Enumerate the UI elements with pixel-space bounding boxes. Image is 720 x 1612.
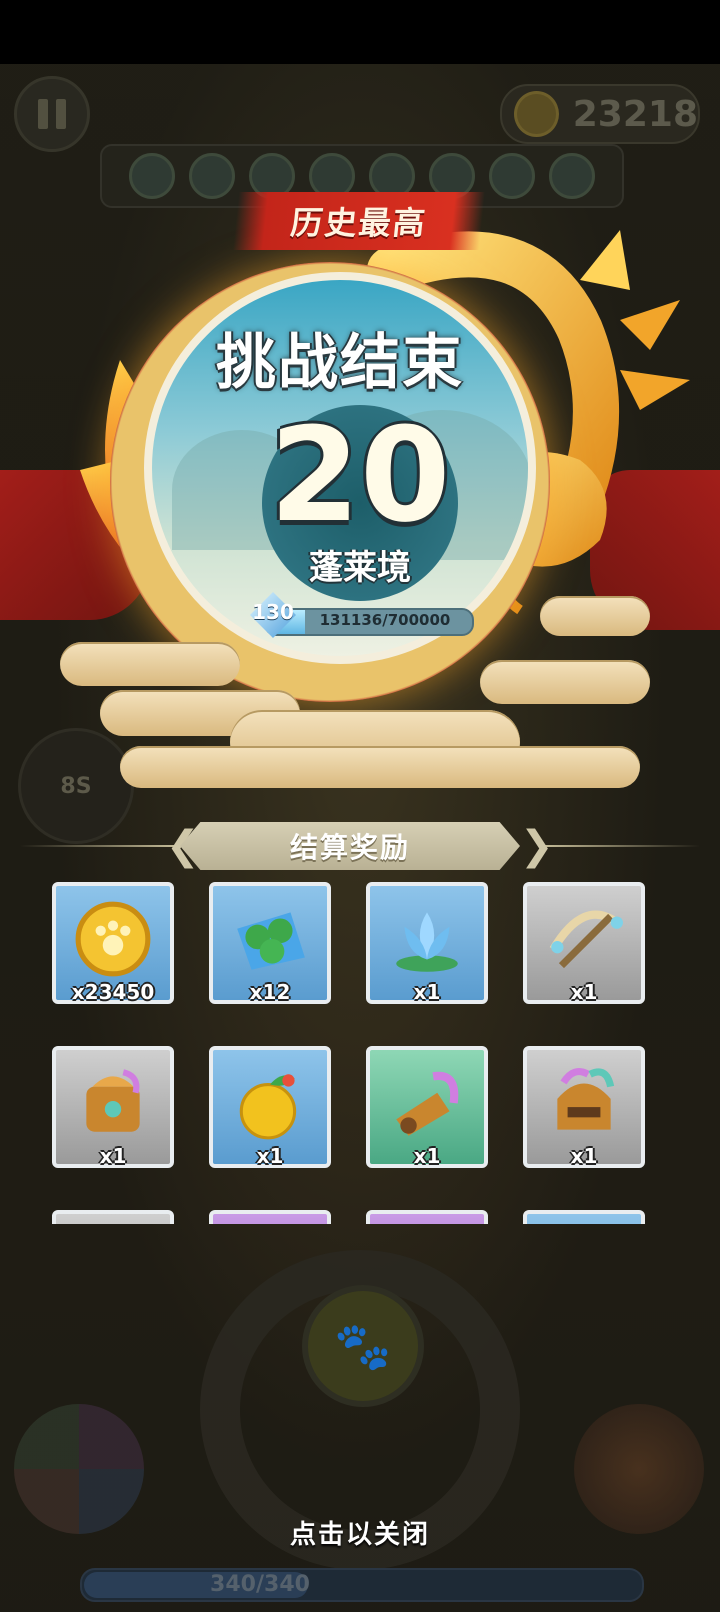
- xp-text: 131136/700000: [319, 611, 451, 629]
- coin-icon: [514, 91, 559, 137]
- green-pills-icon: [237, 912, 305, 970]
- qilin-armor-icon: [86, 1069, 140, 1132]
- reward-item[interactable]: [366, 1210, 488, 1224]
- reward-quantity: x1: [570, 1144, 598, 1168]
- coin-count: 23218: [572, 93, 698, 135]
- side-timer: 8S: [18, 728, 134, 844]
- qilin-bracer-icon: [396, 1071, 459, 1136]
- crossbow-icon: [549, 910, 623, 969]
- realm-name: 蓬莱境: [309, 548, 411, 588]
- level-number: 130: [252, 600, 294, 624]
- pause-button[interactable]: [14, 76, 90, 152]
- result-score: 20: [269, 399, 451, 551]
- chevron-right-icon: ❯: [520, 823, 554, 869]
- cloud-decor: [60, 642, 240, 686]
- reward-quantity: x23450: [71, 980, 155, 1004]
- blue-lotus-icon: [396, 912, 458, 972]
- cloud-decor: [480, 660, 650, 704]
- reward-item[interactable]: x1: [366, 882, 488, 1004]
- rewards-header: 结算奖励: [180, 822, 520, 870]
- orb-slot: [189, 153, 235, 199]
- reward-quantity: x1: [99, 1144, 127, 1168]
- reward-item[interactable]: [523, 1210, 645, 1224]
- coin-counter: 23218: [500, 84, 700, 144]
- hp-text: 340/340: [210, 1572, 310, 1597]
- paw-fire-button[interactable]: 🐾: [302, 1285, 424, 1407]
- reward-item[interactable]: x1: [523, 1046, 645, 1168]
- golden-fruit-icon: [239, 1074, 297, 1140]
- reward-item[interactable]: [209, 1210, 331, 1224]
- cloud-decor: [120, 746, 640, 788]
- orb-slot: [129, 153, 175, 199]
- tap-to-close-hint[interactable]: 点击以关闭: [220, 1514, 500, 1551]
- cloud-decor: [540, 596, 650, 636]
- skill-button-right[interactable]: [574, 1404, 704, 1534]
- reward-quantity: x12: [249, 980, 291, 1004]
- reward-quantity: x1: [570, 980, 598, 1004]
- paw-icon: 🐾: [334, 1318, 392, 1373]
- reward-quantity: x1: [413, 980, 441, 1004]
- skill-button-left[interactable]: [14, 1404, 144, 1534]
- result-title: 挑战结束: [216, 328, 464, 398]
- reward-item[interactable]: x12: [209, 882, 331, 1004]
- orb-slot: [489, 153, 535, 199]
- reward-item[interactable]: x1: [52, 1046, 174, 1168]
- status-bar: [0, 0, 720, 64]
- reward-quantity: x1: [256, 1144, 284, 1168]
- qilin-helmet-icon: [557, 1068, 615, 1130]
- rewards-grid[interactable]: x23450 x12 x1 x1 x1 x1 x1 x1: [40, 876, 680, 1224]
- reward-item[interactable]: x1: [366, 1046, 488, 1168]
- reward-item[interactable]: x1: [523, 882, 645, 1004]
- reward-item[interactable]: x1: [209, 1046, 331, 1168]
- reward-item[interactable]: x23450: [52, 882, 174, 1004]
- orb-slot: [549, 153, 595, 199]
- reward-item[interactable]: [52, 1210, 174, 1224]
- reward-quantity: x1: [413, 1144, 441, 1168]
- best-record-badge: 历史最高: [232, 192, 486, 250]
- pause-icon: [38, 99, 48, 129]
- paw-coin-icon: [75, 901, 151, 977]
